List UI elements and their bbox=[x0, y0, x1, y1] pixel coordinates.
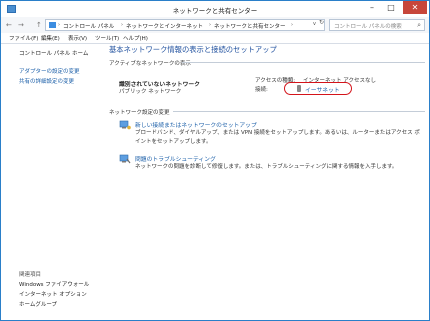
network-type-link[interactable]: パブリック ネットワーク bbox=[119, 87, 181, 95]
ethernet-link[interactable]: イーサネット bbox=[305, 85, 340, 94]
advanced-sharing-settings-link[interactable]: 共有の詳細設定の変更 bbox=[19, 77, 74, 85]
search-input[interactable]: コントロール パネルの検索 ⌕ bbox=[329, 19, 425, 31]
see-also-heading: 関連項目 bbox=[19, 272, 42, 278]
menu-tools[interactable]: ツール(T) bbox=[95, 34, 119, 42]
breadcrumb-separator: › bbox=[121, 22, 123, 28]
menu-file[interactable]: ファイル(F) bbox=[9, 34, 38, 42]
menu-view[interactable]: 表示(V) bbox=[68, 34, 87, 42]
section-divider bbox=[182, 62, 425, 63]
breadcrumb-separator: › bbox=[58, 22, 60, 28]
troubleshoot-icon bbox=[119, 154, 131, 164]
left-pane: コントロール パネル ホーム アダプターの設定の変更 共有の詳細設定の変更 関連… bbox=[1, 44, 105, 320]
forward-button[interactable]: → bbox=[18, 20, 24, 30]
maximize-button[interactable]: □ bbox=[382, 1, 400, 14]
control-panel-icon bbox=[49, 22, 56, 28]
new-connection-icon bbox=[119, 120, 131, 130]
breadcrumb-separator: › bbox=[291, 22, 293, 28]
search-icon[interactable]: ⌕ bbox=[417, 21, 421, 30]
breadcrumb-network-sharing[interactable]: ネットワークと共有センター bbox=[214, 22, 286, 30]
troubleshoot-link[interactable]: 問題のトラブルシューティング bbox=[135, 154, 216, 163]
window: ネットワークと共有センター – □ ✕ ← → ↑ › コントロール パネル ›… bbox=[0, 0, 430, 321]
change-settings-heading: ネットワーク設定の変更 bbox=[109, 110, 170, 116]
page-title: 基本ネットワーク情報の表示と接続のセットアップ bbox=[109, 45, 277, 54]
title-bar: ネットワークと共有センター – □ ✕ bbox=[1, 1, 429, 17]
control-panel-home-link[interactable]: コントロール パネル ホーム bbox=[19, 49, 88, 57]
breadcrumb-separator: › bbox=[209, 22, 211, 28]
address-bar: ← → ↑ › コントロール パネル › ネットワークとインターネット › ネッ… bbox=[1, 17, 429, 33]
troubleshoot-description: ネットワークの問題を診断して修復します。または、トラブルシューティングに関する情… bbox=[135, 164, 398, 170]
homegroup-link[interactable]: ホームグループ bbox=[19, 300, 57, 308]
back-button[interactable]: ← bbox=[6, 20, 12, 30]
connection-label: 接続: bbox=[255, 87, 268, 93]
address-dropdown-icon[interactable]: v bbox=[313, 21, 316, 27]
change-adapter-settings-link[interactable]: アダプターの設定の変更 bbox=[19, 67, 80, 75]
breadcrumb-network-internet[interactable]: ネットワークとインターネット bbox=[126, 22, 203, 30]
ethernet-icon bbox=[297, 85, 301, 92]
internet-options-link[interactable]: インターネット オプション bbox=[19, 290, 87, 298]
menu-help[interactable]: ヘルプ(H) bbox=[123, 34, 148, 42]
main-content: 基本ネットワーク情報の表示と接続のセットアップ アクティブなネットワークの表示 … bbox=[105, 44, 429, 320]
new-connection-link[interactable]: 新しい接続またはネットワークのセットアップ bbox=[135, 120, 257, 129]
minimize-button[interactable]: – bbox=[363, 1, 381, 14]
active-networks-heading: アクティブなネットワークの表示 bbox=[109, 61, 191, 67]
windows-firewall-link[interactable]: Windows ファイアウォール bbox=[19, 280, 89, 288]
menu-edit[interactable]: 編集(E) bbox=[41, 34, 60, 42]
search-placeholder: コントロール パネルの検索 bbox=[334, 24, 402, 30]
new-connection-description: ブロードバンド、ダイヤルアップ、または VPN 接続をセットアップします。あるい… bbox=[135, 130, 420, 145]
refresh-icon[interactable]: ↻ bbox=[319, 19, 324, 26]
breadcrumb[interactable]: › コントロール パネル › ネットワークとインターネット › ネットワークと共… bbox=[45, 19, 325, 31]
close-button[interactable]: ✕ bbox=[403, 1, 427, 14]
breadcrumb-control-panel[interactable]: コントロール パネル bbox=[63, 22, 114, 30]
up-button[interactable]: ↑ bbox=[36, 20, 42, 30]
section-divider bbox=[173, 111, 425, 112]
menu-bar: ファイル(F) 編集(E) 表示(V) ツール(T) ヘルプ(H) bbox=[1, 33, 429, 43]
